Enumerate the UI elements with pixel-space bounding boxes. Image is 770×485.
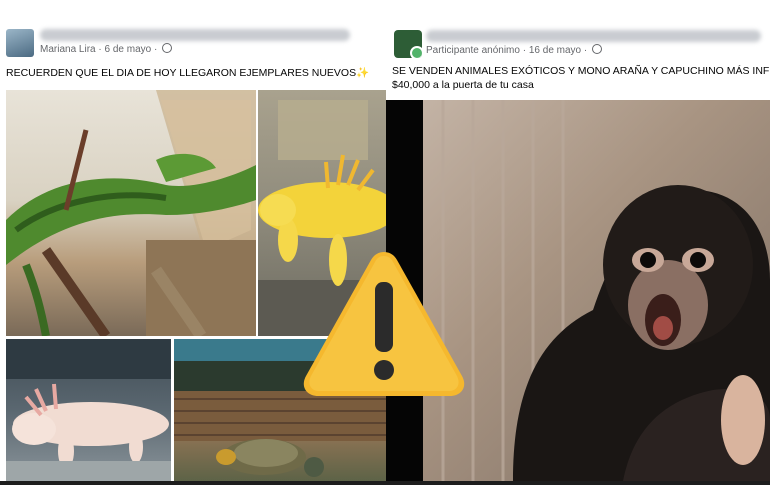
photo-axolotl-pink[interactable] <box>6 339 171 481</box>
warning-triangle-icon <box>303 252 465 396</box>
axolotl-pink-illustration <box>6 339 171 481</box>
post-caption: SE VENDEN ANIMALES EXÓTICOS Y MONO ARAÑA… <box>392 65 770 91</box>
member-badge-icon <box>410 46 422 58</box>
post-mariana-lira: Mariana Lira · 6 de mayo · RECUERDEN QUE… <box>0 0 386 481</box>
author-name[interactable]: Participante anónimo <box>426 45 520 56</box>
post-meta: Mariana Lira · 6 de mayo · <box>40 43 173 55</box>
post-date[interactable]: 16 de mayo <box>529 45 581 56</box>
globe-icon <box>592 44 603 54</box>
iguana-illustration <box>6 90 256 336</box>
spider-monkey-illustration <box>441 100 770 481</box>
avatar[interactable] <box>394 30 422 58</box>
blurred-group-name <box>426 30 761 42</box>
meta-separator: · <box>153 44 158 55</box>
avatar[interactable] <box>6 29 34 57</box>
photo-spider-monkey[interactable] <box>423 100 770 481</box>
meta-separator: · <box>98 44 102 55</box>
photo-iguana[interactable] <box>6 90 256 336</box>
post-meta: Participante anónimo · 16 de mayo · <box>426 44 603 56</box>
author-name[interactable]: Mariana Lira <box>40 44 96 55</box>
meta-separator: · <box>583 45 588 56</box>
meta-separator: · <box>522 45 527 56</box>
bottom-divider <box>0 481 770 485</box>
post-date[interactable]: 6 de mayo <box>105 44 152 55</box>
globe-icon <box>162 43 173 53</box>
blurred-group-name <box>40 29 350 41</box>
post-participante-anonimo: Participante anónimo · 16 de mayo · SE V… <box>386 0 770 481</box>
post-caption: RECUERDEN QUE EL DIA DE HOY LLEGARON EJE… <box>6 67 370 79</box>
